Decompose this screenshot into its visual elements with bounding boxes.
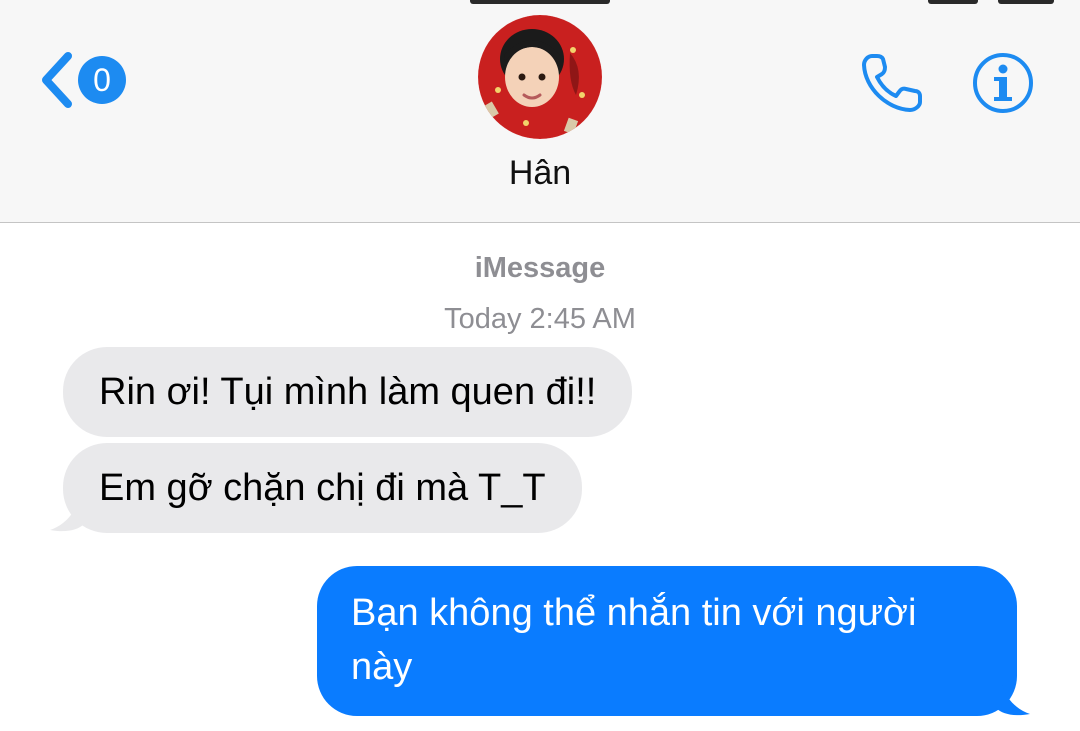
avatar-image [478, 15, 602, 139]
status-bar-battery [998, 0, 1054, 4]
contact-avatar[interactable] [478, 15, 602, 139]
service-label: iMessage [474, 252, 606, 284]
message-text: Em gỡ chặn chị đi mà T_T [99, 467, 546, 509]
info-circle-icon[interactable] [972, 52, 1034, 114]
contact-name[interactable]: Hân [0, 154, 1080, 193]
chevron-left-icon [42, 52, 72, 108]
incoming-message-bubble[interactable]: Rin ơi! Tụi mình làm quen đi!! [63, 347, 633, 437]
status-bar-indicator [928, 0, 978, 4]
message-text: Bạn không thể nhắn tin với người này [351, 592, 917, 688]
phone-icon[interactable] [858, 50, 928, 116]
incoming-message-bubble[interactable]: Em gỡ chặn chị đi mà T_T [63, 443, 582, 533]
message-timestamp: Today 2:45 AM [444, 303, 636, 335]
outgoing-message-bubble[interactable]: Bạn không thể nhắn tin với người này [317, 566, 1017, 716]
unread-count-badge: 0 [78, 56, 126, 104]
status-bar-time [470, 0, 610, 4]
message-text: Rin ơi! Tụi mình làm quen đi!! [99, 371, 597, 413]
incoming-bubble-tail [50, 500, 84, 532]
conversation-header: 0 Hân [0, 0, 1080, 223]
back-button[interactable]: 0 [38, 52, 126, 108]
outgoing-bubble-tail [996, 684, 1030, 716]
